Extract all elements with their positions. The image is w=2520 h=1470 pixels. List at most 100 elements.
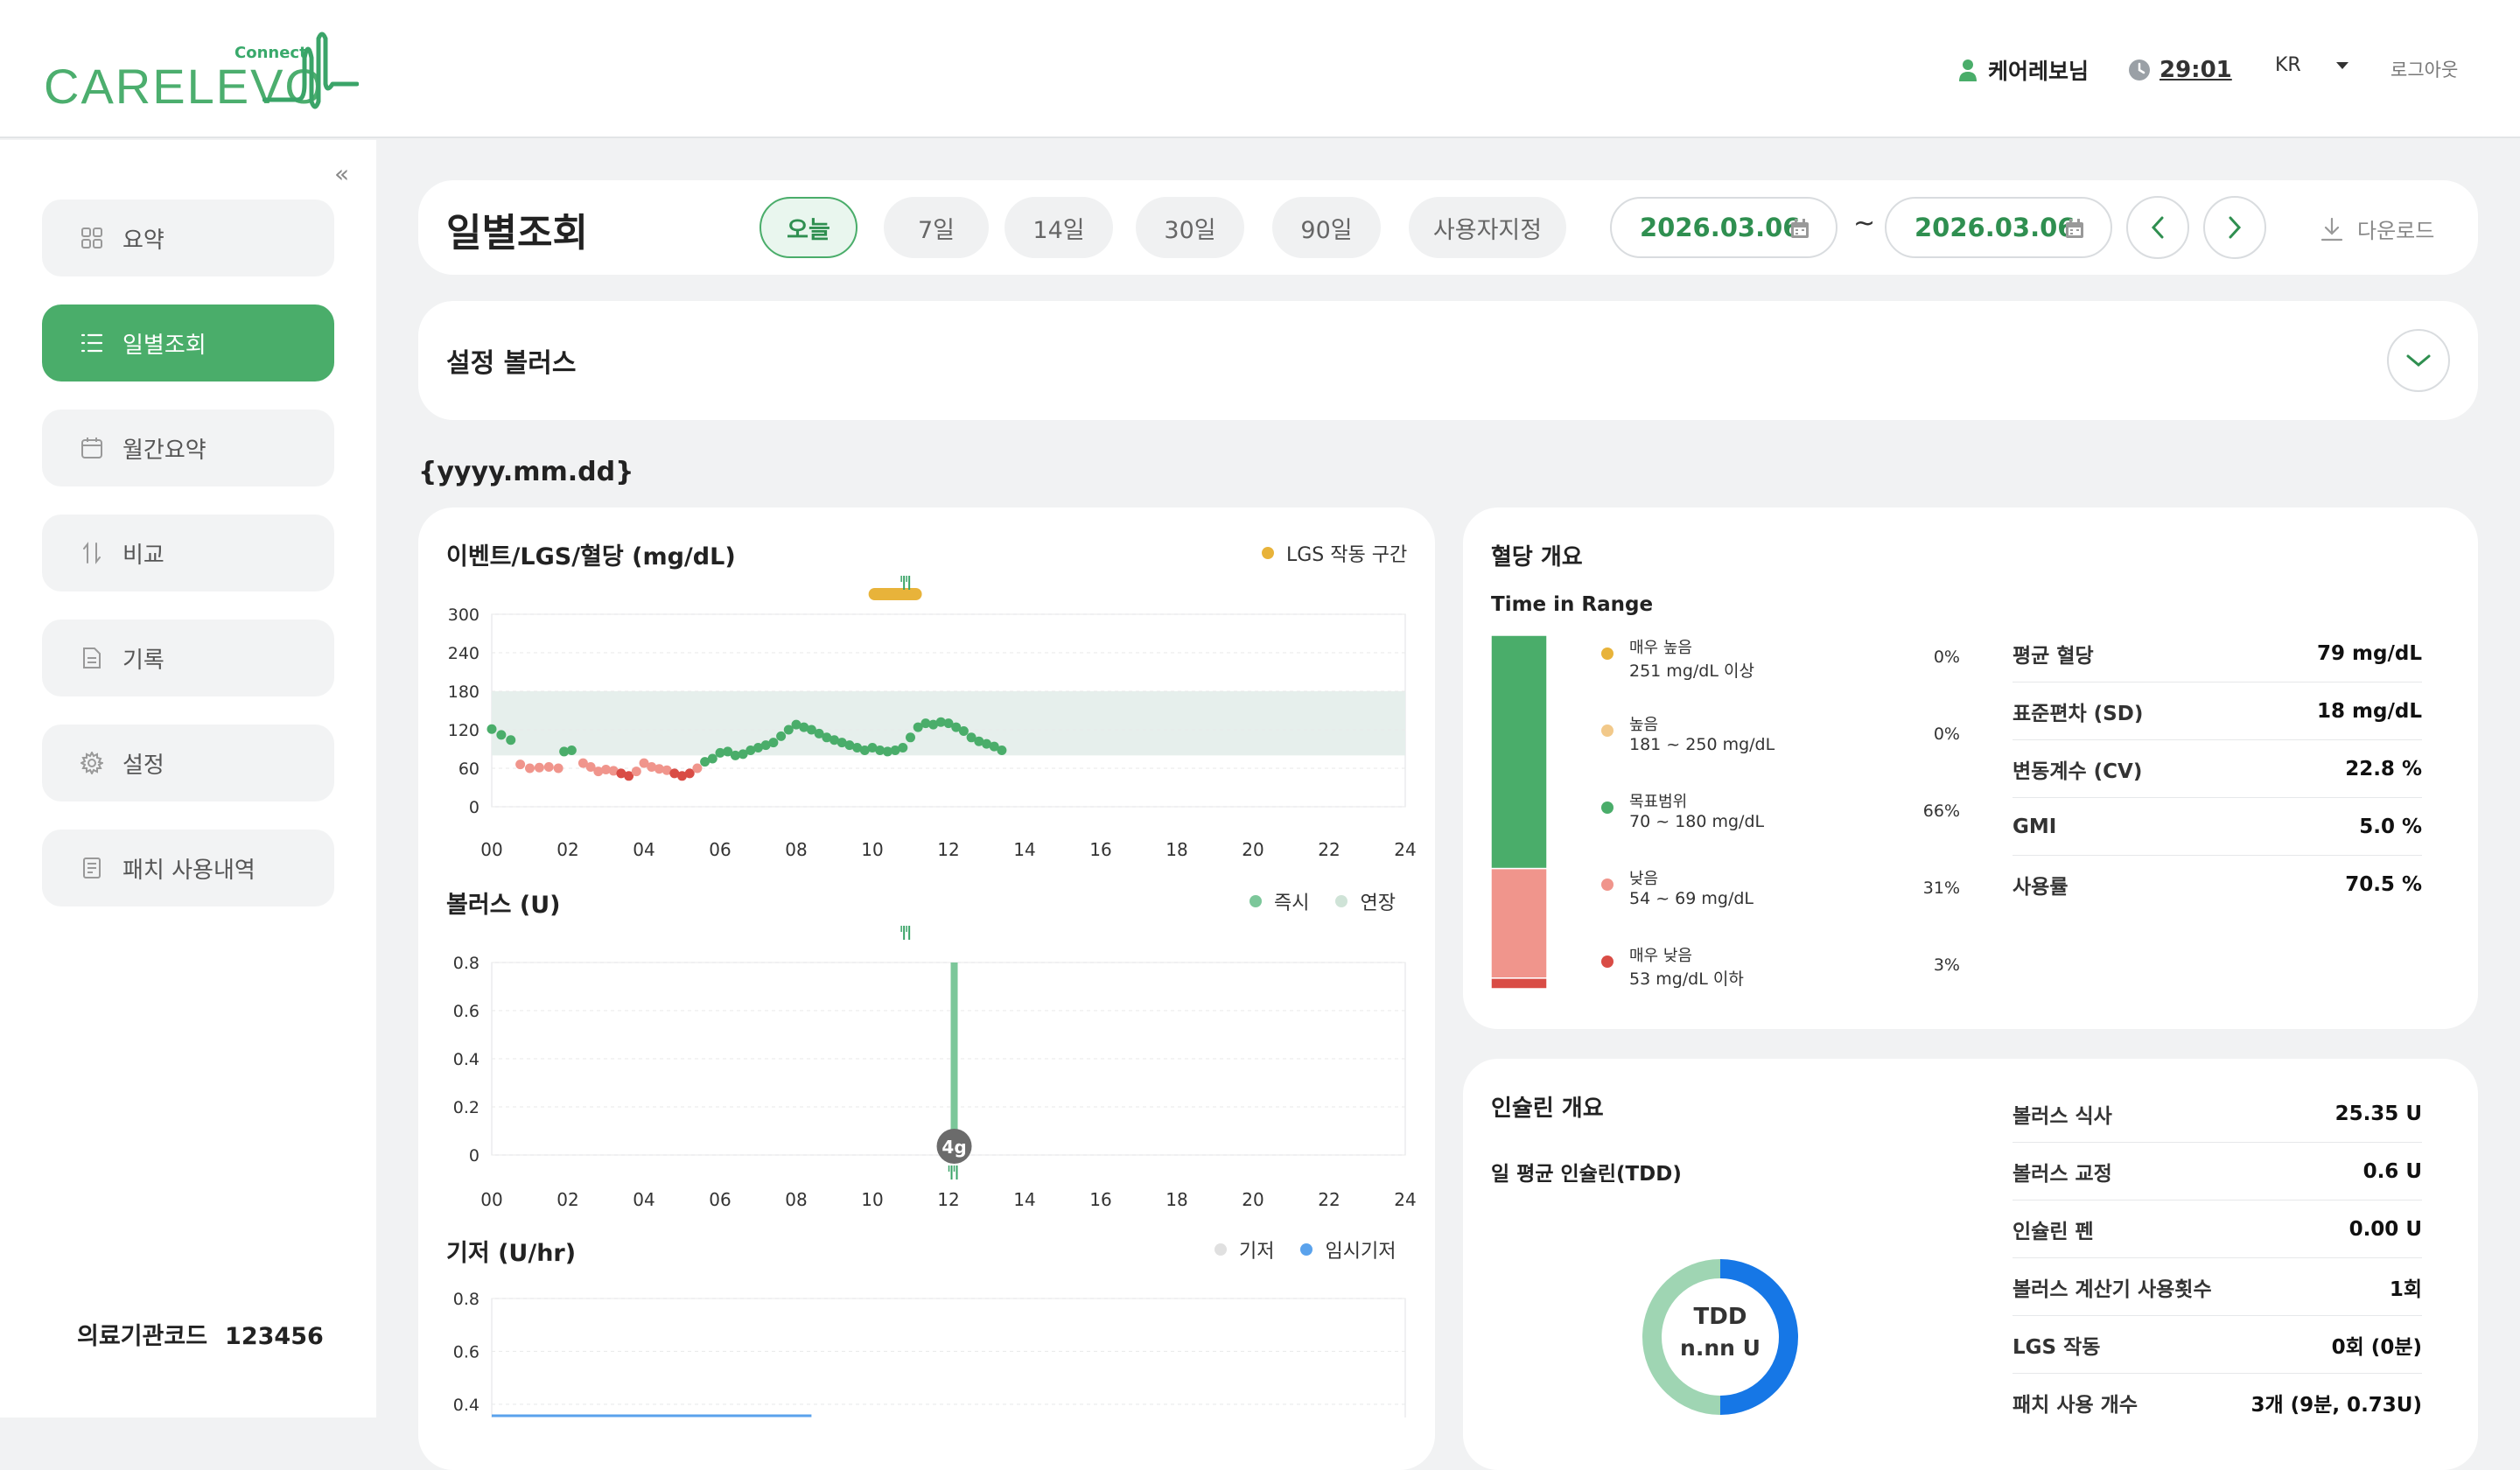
glucose-point xyxy=(631,766,641,777)
temp-basal-legend-dot xyxy=(1300,1243,1313,1256)
glucose-point xyxy=(768,738,779,748)
basal-legend-dot xyxy=(1214,1243,1227,1256)
download-button[interactable]: 다운로드 xyxy=(2320,214,2434,244)
sidebar-item-label: 기록 xyxy=(122,647,164,674)
date-to-field[interactable]: 2026.03.06 xyxy=(1885,197,2112,258)
page-title: 일별조회 xyxy=(446,211,588,256)
carb-event-label: 4g xyxy=(942,1137,966,1158)
date-from-value: 2026.03.06 xyxy=(1640,213,1801,242)
institution-code: 의료기관코드 123456 xyxy=(77,1317,324,1351)
stat-usage: 사용률 70.5 % xyxy=(2012,856,2422,914)
target-dot xyxy=(1601,802,1614,814)
stat-value: 3개 (9분, 0.73U) xyxy=(2250,1394,2422,1417)
very-low-dot xyxy=(1601,956,1614,968)
x-tick-label: 12 xyxy=(937,1189,959,1210)
receipt-icon xyxy=(79,855,105,881)
prev-date-button[interactable] xyxy=(2126,196,2189,259)
x-tick-label: 22 xyxy=(1318,1189,1340,1210)
tir-segment xyxy=(1491,977,1547,989)
y-tick-label: 0.8 xyxy=(453,954,480,973)
bolus-chart-title: 볼러스 (U) xyxy=(446,892,561,919)
expand-bolus-settings-button[interactable] xyxy=(2387,329,2450,392)
user-menu[interactable]: 케어레보님 xyxy=(1958,52,2089,88)
logout-link[interactable]: 로그아웃 xyxy=(2390,56,2458,82)
stat-value: 5.0 % xyxy=(2359,815,2422,838)
sidebar-item-records[interactable]: 기록 xyxy=(42,620,334,696)
tir-range: 54 ~ 69 mg/dL xyxy=(1629,889,1754,908)
range-7d-button[interactable]: 7일 xyxy=(884,197,989,258)
glucose-point xyxy=(997,745,1007,755)
sidebar-item-daily[interactable]: 일별조회 xyxy=(42,304,334,382)
glucose-point xyxy=(543,762,554,773)
sidebar-item-patch-history[interactable]: 패치 사용내역 xyxy=(42,830,334,906)
chevron-down-icon xyxy=(2406,354,2431,367)
stat-label: 변동계수 (CV) xyxy=(2012,760,2143,783)
sidebar-item-summary[interactable]: 요약 xyxy=(42,200,334,276)
stat-cv: 변동계수 (CV) 22.8 % xyxy=(2012,740,2422,798)
user-name: 케어레보님 xyxy=(1988,59,2090,84)
date-to-value: 2026.03.06 xyxy=(1914,213,2076,242)
stat-value: 79 mg/dL xyxy=(2317,641,2422,665)
range-30d-button[interactable]: 30일 xyxy=(1136,197,1244,258)
clock-icon xyxy=(2129,60,2150,80)
x-tick-label: 10 xyxy=(861,839,883,860)
download-label: 다운로드 xyxy=(2357,219,2435,243)
range-14d-button[interactable]: 14일 xyxy=(1004,197,1113,258)
glucose-point xyxy=(692,763,703,774)
stat-label: 패치 사용 개수 xyxy=(2012,1394,2138,1417)
glucose-point xyxy=(898,743,908,753)
tir-label: 낮음 xyxy=(1629,870,1659,888)
high-dot xyxy=(1601,724,1614,737)
sidebar-item-settings[interactable]: 설정 xyxy=(42,724,334,802)
date-separator: ~ xyxy=(1853,208,1876,239)
stat-patch-count: 패치 사용 개수 3개 (9분, 0.73U) xyxy=(2012,1374,2422,1432)
glucose-point xyxy=(566,745,577,755)
x-tick-label: 02 xyxy=(556,839,578,860)
session-timer: 29:01 xyxy=(2128,52,2232,88)
y-tick-label: 0.6 xyxy=(453,1342,480,1362)
date-from-field[interactable]: 2026.03.06 xyxy=(1610,197,1838,258)
stat-calculator-uses: 볼러스 계산기 사용횟수 1회 xyxy=(2012,1258,2422,1316)
range-custom-button[interactable]: 사용자지정 xyxy=(1409,197,1566,258)
tir-range: 181 ~ 250 mg/dL xyxy=(1629,735,1775,754)
timer-value: 29:01 xyxy=(2160,57,2232,83)
bolus-settings-title: 설정 볼러스 xyxy=(446,348,577,379)
basal-chart: 0.4 0.6 0.8 xyxy=(453,1290,1406,1418)
sidebar-item-compare[interactable]: 비교 xyxy=(42,514,334,592)
basal-legend: 기저 임시기저 xyxy=(1214,1236,1396,1264)
y-tick-label: 120 xyxy=(448,721,480,740)
tir-pct: 31% xyxy=(1922,878,1960,898)
stat-bolus-meal: 볼러스 식사 25.35 U xyxy=(2012,1085,2422,1143)
bolus-legend: 즉시 연장 xyxy=(1250,887,1396,915)
glucose-point xyxy=(515,760,526,770)
grid-icon xyxy=(79,225,105,251)
low-dot xyxy=(1601,878,1614,891)
tir-title: Time in Range xyxy=(1491,593,1654,616)
language-select[interactable]: KR xyxy=(2275,54,2348,76)
stat-label: 평균 혈당 xyxy=(2012,644,2094,668)
stat-bolus-correction: 볼러스 교정 0.6 U xyxy=(2012,1143,2422,1200)
tdd-value: n.nn U xyxy=(1680,1335,1760,1361)
instant-bolus-bar xyxy=(950,962,958,1155)
meal-event-icon xyxy=(900,576,911,590)
glucose-point xyxy=(906,732,915,743)
bolus-settings-card[interactable] xyxy=(418,301,2478,420)
range-90d-button[interactable]: 90일 xyxy=(1272,197,1381,258)
tir-stacked-bar xyxy=(1491,635,1547,989)
carelevo-logo[interactable]: Connect CARELEVO xyxy=(44,26,359,114)
stat-label: 인슐린 펜 xyxy=(2012,1220,2094,1243)
chevron-right-icon xyxy=(2229,216,2242,239)
next-date-button[interactable] xyxy=(2203,196,2266,259)
collapse-sidebar-icon[interactable]: « xyxy=(334,159,349,188)
x-tick-label: 20 xyxy=(1242,839,1264,860)
x-tick-label: 24 xyxy=(1394,839,1416,860)
stat-label: GMI xyxy=(2012,815,2057,838)
stat-value: 0.00 U xyxy=(2348,1217,2422,1241)
stat-value: 1회 xyxy=(2389,1278,2422,1301)
sidebar-item-monthly[interactable]: 월간요약 xyxy=(42,410,334,486)
tir-label: 목표범위 xyxy=(1629,793,1688,811)
x-tick-label: 24 xyxy=(1394,1189,1416,1210)
tir-range: 70 ~ 180 mg/dL xyxy=(1629,812,1765,831)
gear-icon xyxy=(79,750,105,776)
range-today-button[interactable]: 오늘 xyxy=(760,197,858,258)
